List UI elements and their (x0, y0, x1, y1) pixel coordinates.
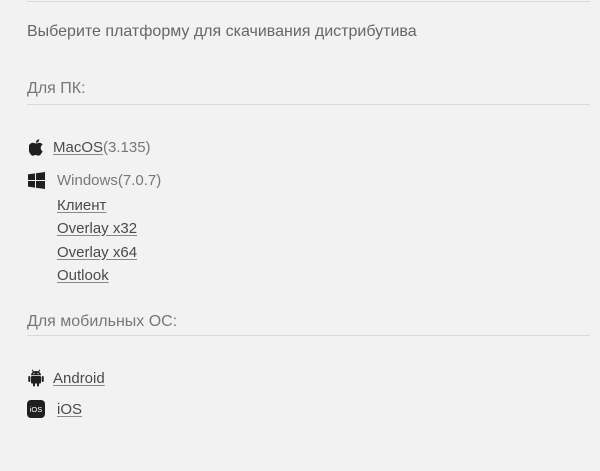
ios-badge-text: iOS (30, 405, 43, 414)
top-divider (27, 1, 590, 2)
android-download-link[interactable]: Android (53, 370, 105, 387)
pc-section-divider (27, 104, 590, 105)
windows-version: (7.0.7) (117, 171, 162, 189)
ios-row: iOS iOS (27, 400, 82, 418)
windows-client-link[interactable]: Клиент (57, 197, 106, 214)
ios-icon: iOS (27, 400, 45, 418)
pc-section-title: Для ПК: (27, 80, 86, 97)
apple-icon (27, 138, 45, 156)
windows-row: Windows (7.0.7) (27, 171, 161, 189)
windows-icon (27, 171, 45, 189)
windows-label: Windows (57, 171, 118, 189)
windows-outlook-link[interactable]: Outlook (57, 267, 109, 284)
ios-download-link[interactable]: iOS (57, 401, 82, 418)
windows-overlay-x64-link[interactable]: Overlay x64 (57, 244, 137, 261)
windows-overlay-x32-link[interactable]: Overlay x32 (57, 220, 137, 237)
android-row: Android (27, 369, 105, 387)
mobile-section-title: Для мобильных ОС: (27, 313, 178, 330)
macos-row: MacOS (3.135) (27, 138, 151, 156)
macos-download-link[interactable]: MacOS (53, 139, 103, 156)
mobile-section-divider (27, 335, 590, 336)
intro-text: Выберите платформу для скачивания дистри… (27, 23, 417, 40)
macos-version: (3.135) (103, 138, 151, 156)
android-icon (27, 369, 45, 387)
